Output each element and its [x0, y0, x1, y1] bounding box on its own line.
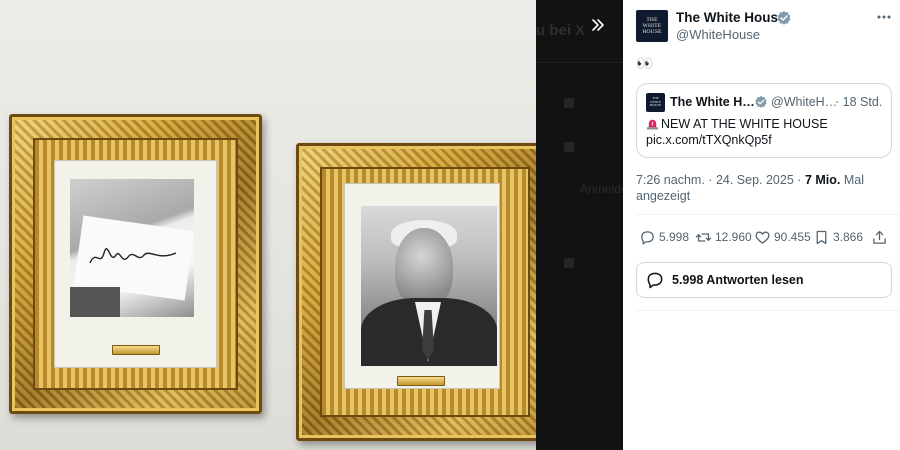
- verified-icon: [777, 11, 791, 25]
- more-options-button[interactable]: [874, 8, 894, 26]
- quoted-author-handle: @WhiteH…: [771, 95, 838, 109]
- tweet-text: 👀: [636, 55, 654, 71]
- tweet-panel: THE WHITE HOUSE The White House @WhiteHo…: [623, 0, 900, 450]
- background-icon: [564, 142, 574, 152]
- avatar-text: HOUSE: [649, 103, 662, 108]
- background-icon: [564, 258, 574, 268]
- bookmark-button[interactable]: 3.866: [813, 227, 863, 247]
- read-replies-button[interactable]: 5.998 Antworten lesen: [636, 262, 892, 298]
- siren-icon: [646, 119, 659, 130]
- divider: [636, 310, 900, 311]
- like-icon: [755, 231, 770, 244]
- quoted-text-line: NEW AT THE WHITE HOUSE: [646, 117, 828, 131]
- tweet-meta: 7:26 nachm. · 24. Sep. 2025 · 7 Mio. Mal…: [636, 172, 876, 204]
- separator-dot: ·: [708, 173, 713, 187]
- background-icon: [564, 98, 574, 108]
- background-heading: u bei X: [536, 22, 586, 39]
- name-plaque: [397, 376, 445, 386]
- dimmed-background-page: u bei X Anmelde: [536, 0, 623, 450]
- reply-count: 5.998: [659, 230, 690, 244]
- view-count: 7 Mio.: [804, 173, 841, 187]
- avatar-text: HOUSE: [642, 29, 662, 35]
- divider: [636, 214, 900, 215]
- repost-count: 12.960: [715, 230, 752, 244]
- right-frame-mat: [344, 183, 500, 389]
- author-handle[interactable]: @WhiteHouse: [676, 27, 760, 42]
- autopen-signature: [89, 248, 177, 264]
- quoted-link[interactable]: pic.x.com/tTXQnkQp5f: [646, 133, 772, 147]
- tweet-time[interactable]: 7:26 nachm.: [636, 173, 705, 187]
- left-picture-frame: [9, 114, 262, 414]
- repost-button[interactable]: 12.960: [695, 227, 752, 247]
- chat-bubble-icon: [647, 272, 663, 289]
- right-picture-frame: [296, 143, 546, 441]
- photo-shadow: [70, 287, 120, 317]
- media-viewer[interactable]: u bei X Anmelde: [0, 0, 623, 450]
- author-name[interactable]: The White House: [676, 10, 786, 25]
- bookmark-icon: [816, 230, 827, 244]
- verified-icon: [755, 95, 767, 108]
- reply-icon: [641, 230, 654, 245]
- like-button[interactable]: 90.455: [754, 227, 811, 247]
- quoted-time: 18 Std.: [842, 95, 883, 109]
- more-icon: [877, 15, 891, 19]
- read-replies-label: 5.998 Antworten lesen: [672, 273, 804, 287]
- collapse-panel-button[interactable]: [583, 10, 613, 40]
- divider: [536, 62, 623, 63]
- quoted-timestamp: · 18 Std.: [835, 95, 882, 109]
- quoted-author-name: The White H…: [670, 95, 755, 109]
- separator-dot: ·: [835, 95, 840, 109]
- separator-dot: ·: [797, 173, 802, 187]
- tweet-date[interactable]: 24. Sep. 2025: [716, 173, 794, 187]
- signed-photo: [70, 179, 194, 317]
- name-plaque: [112, 345, 160, 355]
- quoted-headline: NEW AT THE WHITE HOUSE: [661, 117, 828, 131]
- collapse-icon: [592, 19, 604, 31]
- share-button[interactable]: [871, 227, 891, 247]
- author-avatar[interactable]: THE WHITE HOUSE: [636, 10, 668, 42]
- like-count: 90.455: [774, 230, 811, 244]
- portrait-head: [395, 228, 453, 308]
- portrait-photo: [361, 206, 497, 366]
- bookmark-count: 3.866: [833, 230, 864, 244]
- background-text: Anmelde: [580, 182, 623, 196]
- reply-button[interactable]: 5.998: [639, 227, 689, 247]
- left-frame-mat: [54, 160, 217, 368]
- quoted-author-avatar: THE WHITE HOUSE: [646, 93, 665, 112]
- repost-icon: [695, 232, 712, 242]
- quoted-tweet-card[interactable]: THE WHITE HOUSE The White H… @WhiteH… · …: [636, 83, 892, 158]
- share-icon: [873, 230, 886, 244]
